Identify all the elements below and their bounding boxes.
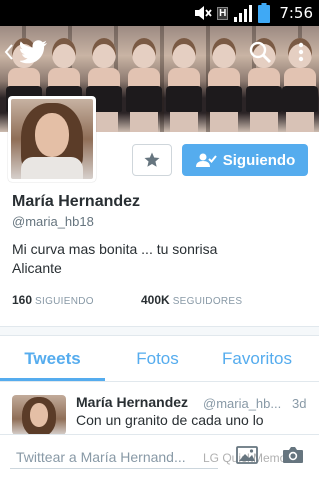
- avatar-photo: [11, 99, 93, 179]
- profile-location: Alicante: [12, 260, 62, 276]
- back-icon[interactable]: [4, 40, 14, 64]
- photo-icon[interactable]: [236, 446, 258, 464]
- twitter-bird-icon[interactable]: [20, 40, 48, 64]
- profile-tabs: Tweets Fotos Favoritos: [0, 336, 319, 382]
- following-label: SIGUIENDO: [35, 296, 94, 307]
- tweet-timestamp: 3d: [292, 396, 307, 411]
- section-divider: [0, 326, 319, 336]
- profile-name: María Hernandez: [12, 193, 141, 210]
- following-stat[interactable]: 160 SIGUIENDO: [12, 293, 94, 307]
- status-icons: H 7:56: [194, 0, 319, 26]
- profile-handle: @maria_hb18: [12, 214, 94, 229]
- followers-count: 400K: [141, 293, 170, 307]
- followers-stat[interactable]: 400K SEGUIDORES: [141, 293, 242, 307]
- followers-label: SEGUIDORES: [172, 296, 243, 307]
- active-tab-indicator: [0, 378, 105, 381]
- status-bar: H 7:56: [0, 0, 319, 26]
- banner-figure: [204, 32, 244, 132]
- signal-icon: [234, 5, 253, 22]
- favorite-button[interactable]: [132, 144, 172, 176]
- following-button-label: Siguiendo: [222, 151, 296, 169]
- tweet-avatar[interactable]: [12, 395, 66, 435]
- star-icon: [144, 152, 160, 167]
- network-type-indicator: H: [217, 6, 229, 20]
- status-time: 7:56: [279, 4, 313, 22]
- mute-icon: [195, 6, 212, 20]
- compose-input[interactable]: Twittear a María Hernand...: [10, 447, 218, 469]
- follow-user-icon: [195, 153, 217, 167]
- tab-tweets[interactable]: Tweets: [0, 336, 105, 381]
- battery-icon: [258, 3, 271, 23]
- tweet-author-handle: @maria_hb...: [203, 396, 282, 411]
- profile-avatar[interactable]: [8, 96, 96, 182]
- tab-favoritos[interactable]: Favoritos: [205, 336, 309, 381]
- tweet-author-name[interactable]: María Hernandez: [76, 394, 188, 410]
- banner-figure: [124, 32, 164, 132]
- banner-figure: [164, 32, 204, 132]
- tab-fotos[interactable]: Fotos: [105, 336, 210, 381]
- following-count: 160: [12, 293, 33, 307]
- search-icon[interactable]: [248, 40, 272, 64]
- tweet-text[interactable]: Con un granito de cada uno lo: [76, 412, 312, 428]
- bio-text: Mi curva mas bonita ... tu sonrisa: [12, 241, 218, 257]
- camera-icon[interactable]: [282, 446, 304, 464]
- following-button[interactable]: Siguiendo: [182, 144, 308, 176]
- profile-bio: Mi curva mas bonita ... tu sonrisa Alica…: [12, 240, 302, 278]
- profile-stats: 160 SIGUIENDO 400K SEGUIDORES: [12, 293, 312, 309]
- more-icon[interactable]: [296, 40, 306, 64]
